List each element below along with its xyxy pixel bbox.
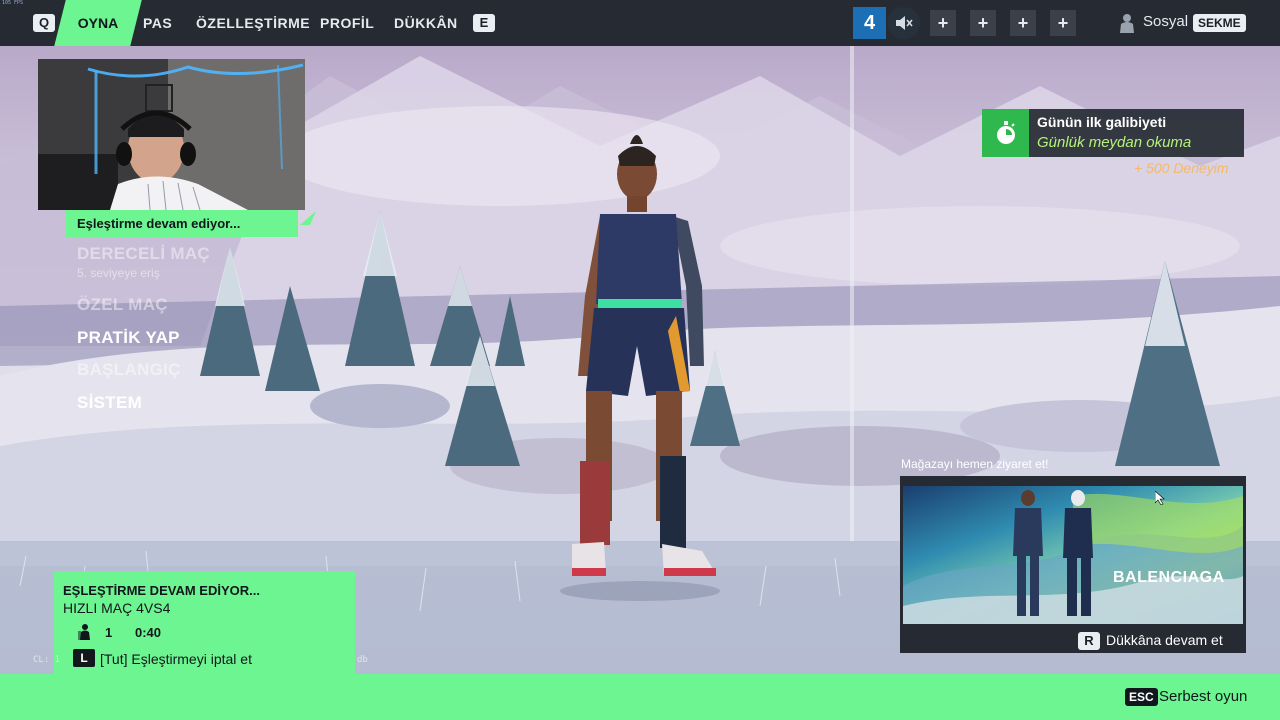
- tab-play[interactable]: OYNA: [60, 0, 136, 46]
- debug-cl-text: CL: 1: [33, 655, 61, 665]
- tab-profile[interactable]: PROFİL: [320, 0, 374, 46]
- social-key[interactable]: SEKME: [1193, 14, 1246, 32]
- store-promo-image: BALENCIAGA: [903, 486, 1243, 624]
- tab-customize[interactable]: ÖZELLEŞTİRME: [196, 0, 310, 46]
- menu-ranked-match[interactable]: DERECELİ MAÇ: [77, 244, 210, 264]
- menu-ranked-requirement: 5. seviyeye eriş: [77, 266, 160, 280]
- menu-beginner[interactable]: BAŞLANGIÇ: [77, 360, 181, 380]
- mute-button[interactable]: [887, 7, 920, 39]
- esc-key[interactable]: ESC: [1125, 688, 1158, 706]
- matchmaking-title: EŞLEŞTİRME DEVAM EDİYOR...: [63, 583, 260, 598]
- cancel-key[interactable]: L: [73, 649, 95, 667]
- nav-next-key[interactable]: E: [473, 14, 495, 32]
- invite-slot-4[interactable]: +: [1050, 10, 1076, 36]
- invite-slot-1[interactable]: +: [930, 10, 956, 36]
- challenge-icon-box: [982, 109, 1029, 157]
- challenge-subtitle: Günlük meydan okuma: [1037, 134, 1192, 151]
- challenge-title: Günün ilk galibiyeti: [1037, 114, 1167, 130]
- invite-slot-2[interactable]: +: [970, 10, 996, 36]
- streamer-webcam: [38, 59, 305, 210]
- bottom-action-bar: ESC Serbest oyun: [0, 674, 1280, 720]
- free-play-label[interactable]: Serbest oyun: [1159, 688, 1247, 705]
- nav-prev-key[interactable]: Q: [33, 14, 55, 32]
- party-size-badge: 4: [853, 7, 886, 39]
- invite-slot-3[interactable]: +: [1010, 10, 1036, 36]
- store-promo-caption: Mağazayı hemen ziyaret et!: [901, 457, 1049, 471]
- mouse-cursor-icon: [1155, 491, 1165, 505]
- webcam-feed: [38, 59, 305, 210]
- menu-custom-match[interactable]: ÖZEL MAÇ: [77, 295, 168, 315]
- tab-shop[interactable]: DÜKKÂN: [394, 0, 458, 46]
- top-nav-bar: 105 FPS Q OYNA PAS ÖZELLEŞTİRME PROFİL D…: [0, 0, 1280, 46]
- continue-to-store-link[interactable]: Dükkâna devam et: [1106, 632, 1223, 648]
- social-label[interactable]: Sosyal: [1143, 13, 1188, 30]
- matchmaking-player-count: 1: [105, 625, 113, 640]
- speaker-muted-icon: [895, 16, 913, 30]
- matchmaking-timer: 0:40: [135, 625, 162, 640]
- promo-artwork: [903, 490, 1243, 624]
- debug-tail-text: db: [357, 655, 368, 665]
- matchmaking-status-bar: Eşleştirme devam ediyor...: [66, 210, 298, 237]
- stopwatch-icon: [996, 121, 1015, 144]
- menu-system[interactable]: SİSTEM: [77, 393, 142, 413]
- players-icon: [78, 624, 90, 640]
- store-key[interactable]: R: [1078, 632, 1100, 650]
- social-person-icon[interactable]: [1116, 12, 1138, 34]
- challenge-reward: + 500 Deneyim: [1134, 160, 1229, 176]
- cancel-matchmaking-button[interactable]: [Tut] Eşleştirmeyi iptal et: [100, 651, 252, 667]
- menu-practice[interactable]: PRATİK YAP: [77, 328, 180, 348]
- matchmaking-card: EŞLEŞTİRME DEVAM EDİYOR... HIZLI MAÇ 4VS…: [54, 571, 355, 674]
- fps-counter: 105 FPS: [2, 0, 24, 6]
- daily-challenge-card[interactable]: Günün ilk galibiyeti Günlük meydan okuma: [982, 109, 1244, 157]
- matchmaking-mode: HIZLI MAÇ 4VS4: [63, 600, 171, 616]
- status-corner-accent-icon: [300, 211, 316, 225]
- store-promo-card[interactable]: BALENCIAGA R Dükkâna devam et: [900, 476, 1246, 653]
- promo-brand-name: BALENCIAGA: [1113, 569, 1225, 586]
- tab-pass[interactable]: PAS: [143, 0, 172, 46]
